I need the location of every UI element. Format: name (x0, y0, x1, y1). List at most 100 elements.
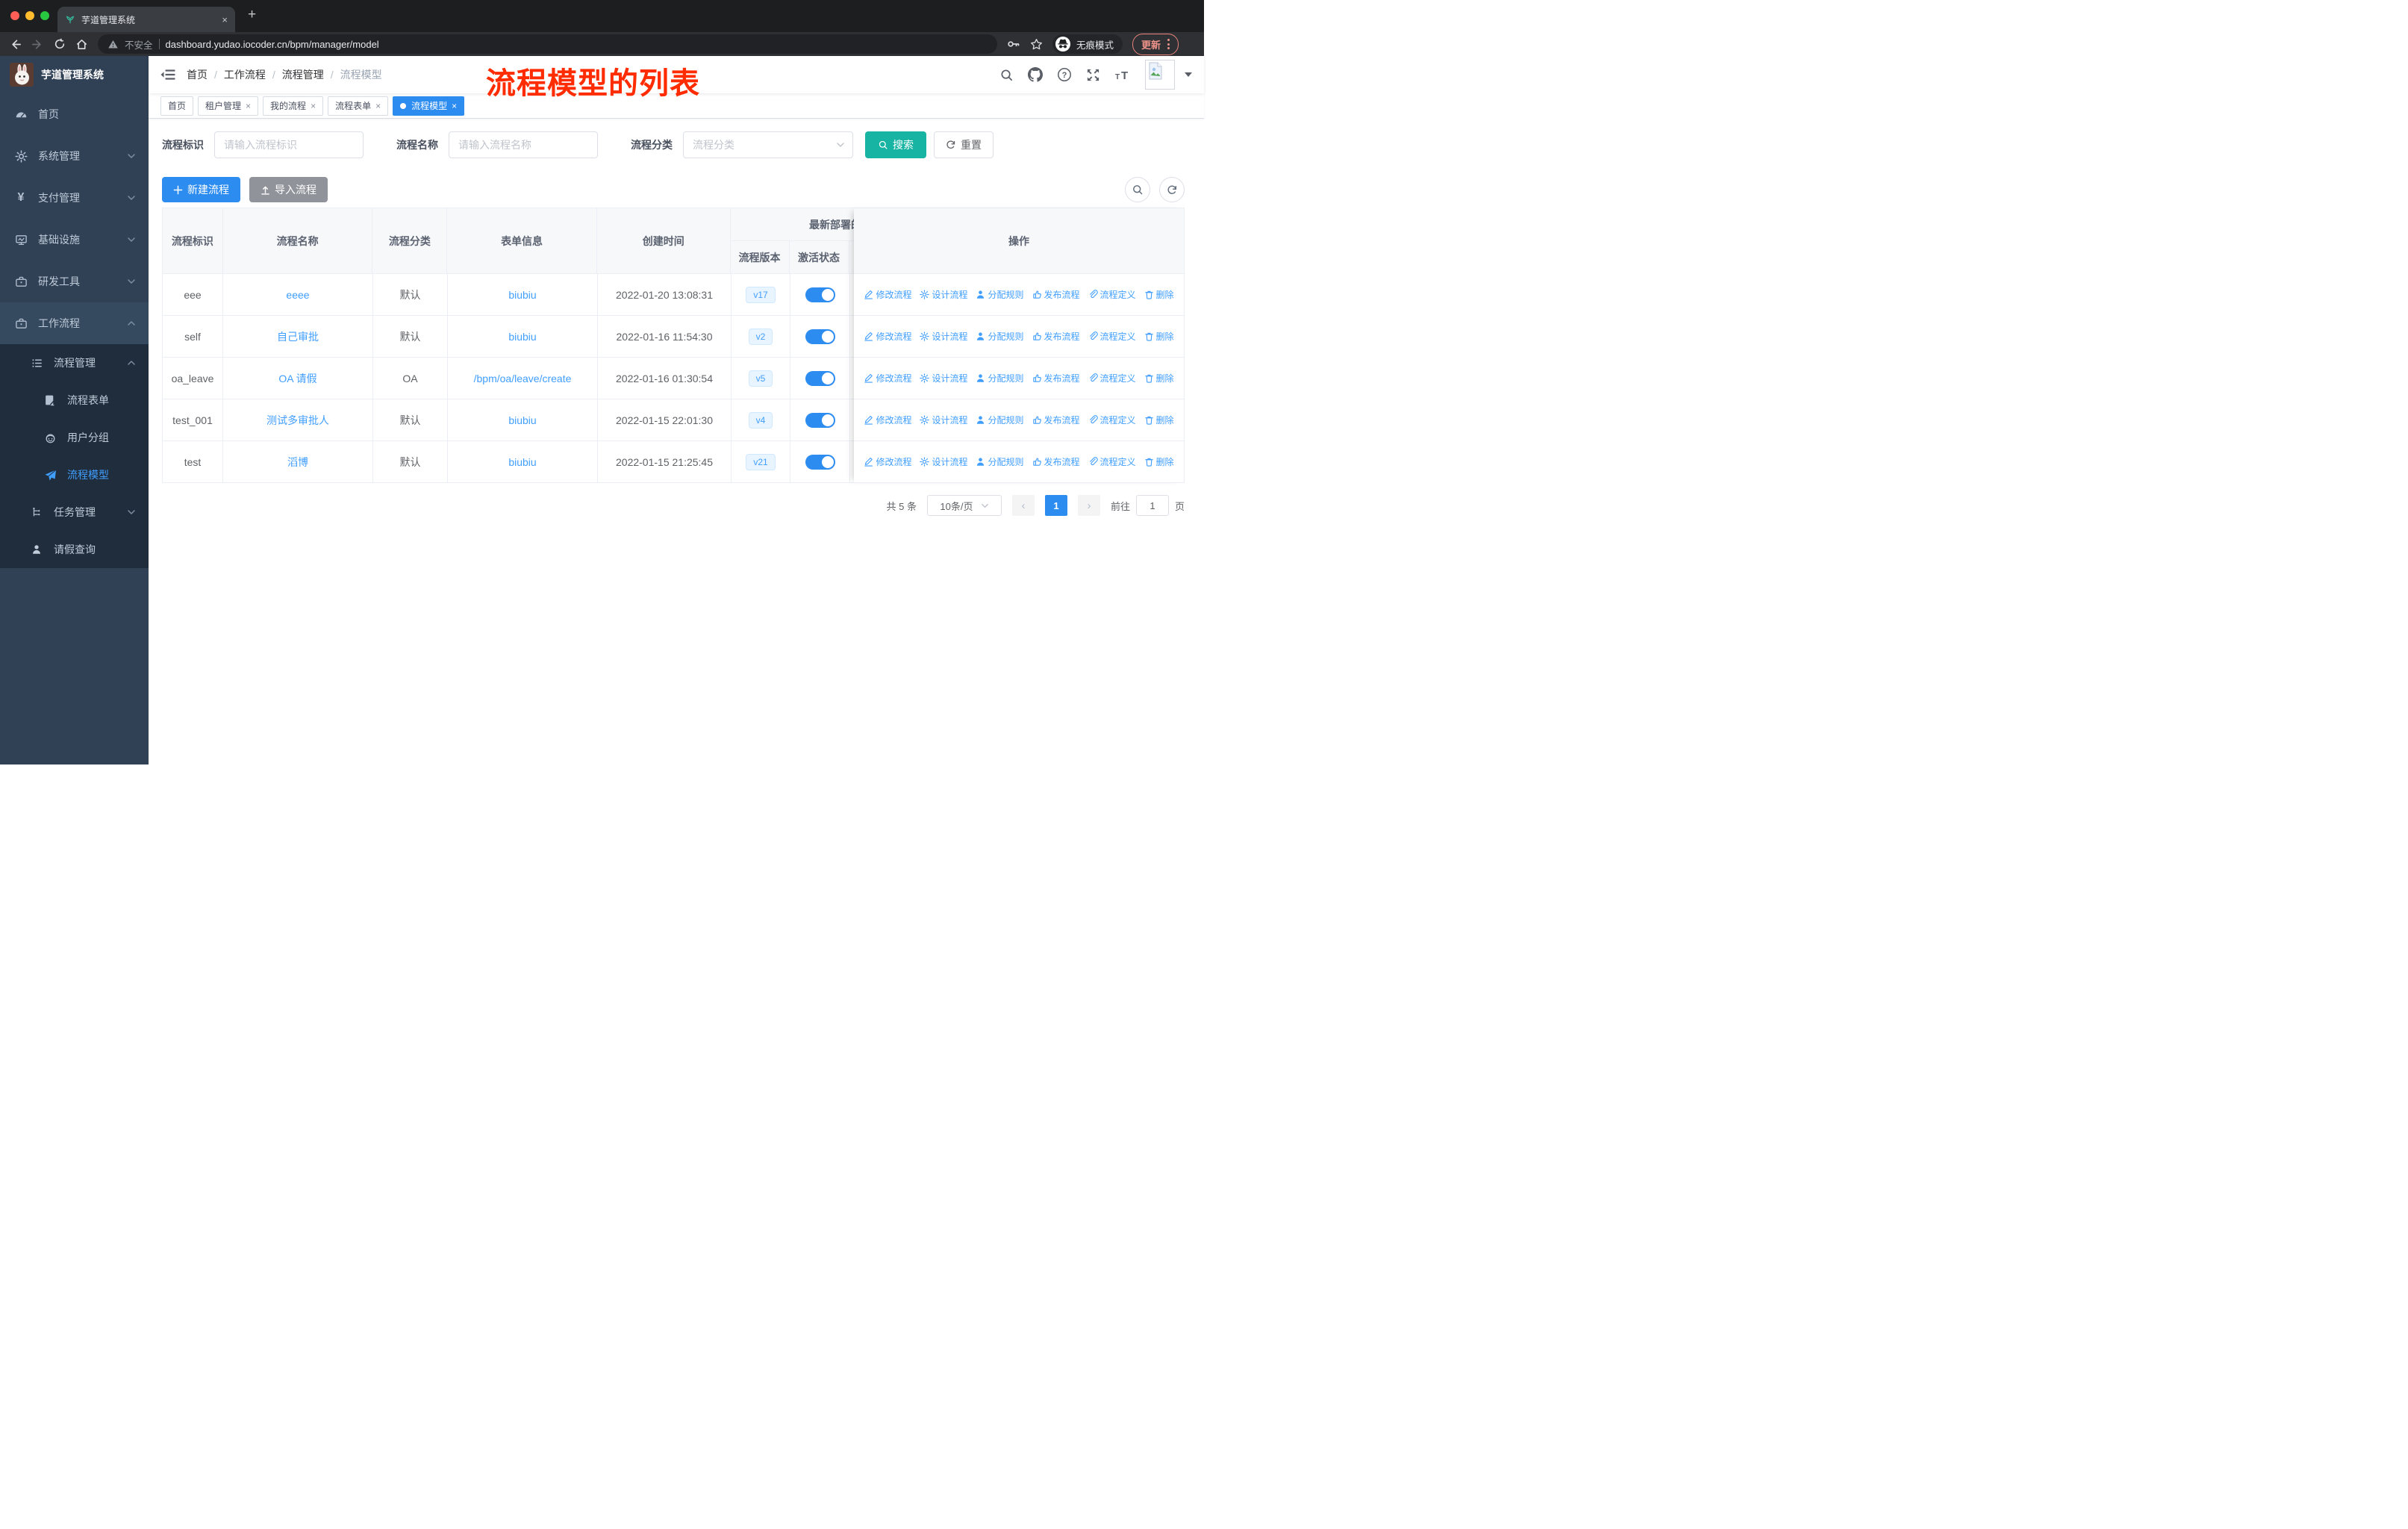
process-name-link[interactable]: eeee (286, 289, 309, 301)
search-icon[interactable] (999, 68, 1014, 82)
process-definition-link[interactable]: 流程定义 (1088, 455, 1136, 468)
github-icon[interactable] (1028, 67, 1043, 82)
table-search-toggle-icon[interactable] (1125, 177, 1150, 202)
page-1-button[interactable]: 1 (1044, 495, 1067, 516)
window-controls[interactable] (10, 11, 49, 20)
active-toggle[interactable] (805, 370, 835, 386)
edit-process-link[interactable]: 修改流程 (864, 288, 911, 301)
version-tag[interactable]: v17 (746, 286, 776, 303)
assign-rule-link[interactable]: 分配规则 (976, 414, 1024, 426)
page-size-select[interactable]: 10条/页 (926, 495, 1002, 516)
assign-rule-link[interactable]: 分配规则 (976, 372, 1024, 384)
process-name-link[interactable]: OA 请假 (278, 371, 316, 386)
active-toggle[interactable] (805, 287, 835, 302)
create-process-button[interactable]: 新建流程 (162, 177, 240, 202)
search-button[interactable]: 搜索 (865, 131, 926, 158)
home-icon[interactable] (75, 38, 88, 51)
tag-process-model[interactable]: 流程模型 × (393, 96, 465, 116)
sidebar-item-process-form[interactable]: 流程表单 (0, 382, 149, 419)
sidebar-item-task-management[interactable]: 任务管理 (0, 493, 149, 531)
process-key-input[interactable] (214, 131, 364, 158)
category-select[interactable]: 流程分类 (683, 131, 853, 158)
sidebar-item-system[interactable]: 系统管理 (0, 135, 149, 177)
edit-process-link[interactable]: 修改流程 (864, 372, 911, 384)
tag-tenant[interactable]: 租户管理 × (198, 96, 259, 116)
publish-process-link[interactable]: 发布流程 (1032, 372, 1080, 384)
form-link[interactable]: /bpm/oa/leave/create (474, 373, 572, 384)
design-process-link[interactable]: 设计流程 (920, 330, 967, 343)
publish-process-link[interactable]: 发布流程 (1032, 330, 1080, 343)
new-tab-button[interactable]: + (248, 7, 256, 23)
edit-process-link[interactable]: 修改流程 (864, 330, 911, 343)
publish-process-link[interactable]: 发布流程 (1032, 288, 1080, 301)
design-process-link[interactable]: 设计流程 (920, 288, 967, 301)
version-tag[interactable]: v2 (748, 328, 773, 345)
process-definition-link[interactable]: 流程定义 (1088, 372, 1136, 384)
tag-my-process[interactable]: 我的流程 × (263, 96, 324, 116)
process-name-link[interactable]: 滔博 (287, 455, 308, 470)
delete-link[interactable]: 删除 (1144, 288, 1174, 301)
tag-close-icon[interactable]: × (452, 101, 457, 111)
tag-close-icon[interactable]: × (311, 101, 316, 111)
tag-process-form[interactable]: 流程表单 × (328, 96, 389, 116)
browser-tab[interactable]: 芋道管理系统 × (57, 7, 235, 32)
form-link[interactable]: biubiu (508, 414, 536, 426)
breadcrumb-home[interactable]: 首页 (187, 67, 208, 82)
breadcrumb-workflow[interactable]: 工作流程 (224, 67, 266, 82)
update-button[interactable]: 更新 (1132, 33, 1179, 55)
help-icon[interactable]: ? (1057, 67, 1072, 82)
prev-page-button[interactable]: ‹ (1011, 495, 1035, 516)
edit-process-link[interactable]: 修改流程 (864, 414, 911, 426)
sidebar-item-user-group[interactable]: 用户分组 (0, 419, 149, 456)
form-link[interactable]: biubiu (508, 456, 536, 468)
form-link[interactable]: biubiu (508, 331, 536, 343)
key-icon[interactable] (1007, 37, 1020, 51)
edit-process-link[interactable]: 修改流程 (864, 455, 911, 468)
close-window-button[interactable] (10, 11, 19, 20)
sidebar-item-infrastructure[interactable]: 基础设施 (0, 219, 149, 261)
delete-link[interactable]: 删除 (1144, 414, 1174, 426)
font-size-icon[interactable]: TT (1114, 68, 1131, 81)
form-link[interactable]: biubiu (508, 289, 536, 301)
next-page-button[interactable]: › (1077, 495, 1100, 516)
back-icon[interactable] (9, 38, 22, 51)
import-process-button[interactable]: 导入流程 (249, 177, 328, 202)
active-toggle[interactable] (805, 328, 835, 344)
design-process-link[interactable]: 设计流程 (920, 414, 967, 426)
reset-button[interactable]: 重置 (934, 131, 994, 158)
avatar[interactable] (1145, 60, 1175, 90)
sidebar-item-payment[interactable]: ¥ 支付管理 (0, 177, 149, 219)
process-definition-link[interactable]: 流程定义 (1088, 288, 1136, 301)
minimize-window-button[interactable] (25, 11, 34, 20)
publish-process-link[interactable]: 发布流程 (1032, 455, 1080, 468)
version-tag[interactable]: v21 (746, 453, 776, 470)
process-name-input[interactable] (449, 131, 598, 158)
assign-rule-link[interactable]: 分配规则 (976, 455, 1024, 468)
sidebar-item-home[interactable]: 首页 (0, 93, 149, 135)
delete-link[interactable]: 删除 (1144, 372, 1174, 384)
sidebar-item-dev-tools[interactable]: 研发工具 (0, 261, 149, 302)
process-definition-link[interactable]: 流程定义 (1088, 330, 1136, 343)
publish-process-link[interactable]: 发布流程 (1032, 414, 1080, 426)
sidebar-item-process-model[interactable]: 流程模型 (0, 456, 149, 493)
reload-icon[interactable] (54, 38, 66, 50)
table-refresh-icon[interactable] (1159, 177, 1185, 202)
browser-menu-icon[interactable] (1167, 39, 1170, 49)
process-name-link[interactable]: 测试多审批人 (266, 413, 329, 428)
delete-link[interactable]: 删除 (1144, 455, 1174, 468)
zoom-window-button[interactable] (40, 11, 49, 20)
sidebar-item-process-management[interactable]: 流程管理 (0, 344, 149, 382)
breadcrumb-process-management[interactable]: 流程管理 (282, 67, 324, 82)
goto-page-input[interactable] (1135, 495, 1169, 516)
tag-home[interactable]: 首页 (160, 96, 194, 116)
version-tag[interactable]: v4 (748, 411, 773, 429)
sidebar-item-leave-query[interactable]: 请假查询 (0, 531, 149, 568)
fullscreen-icon[interactable] (1086, 68, 1100, 82)
process-definition-link[interactable]: 流程定义 (1088, 414, 1136, 426)
active-toggle[interactable] (805, 412, 835, 428)
version-tag[interactable]: v5 (748, 370, 773, 387)
sidebar-item-workflow[interactable]: 工作流程 (0, 302, 149, 344)
tag-close-icon[interactable]: × (375, 101, 381, 111)
avatar-caret-icon[interactable] (1185, 72, 1192, 77)
url-text[interactable]: dashboard.yudao.iocoder.cn/bpm/manager/m… (166, 39, 379, 50)
